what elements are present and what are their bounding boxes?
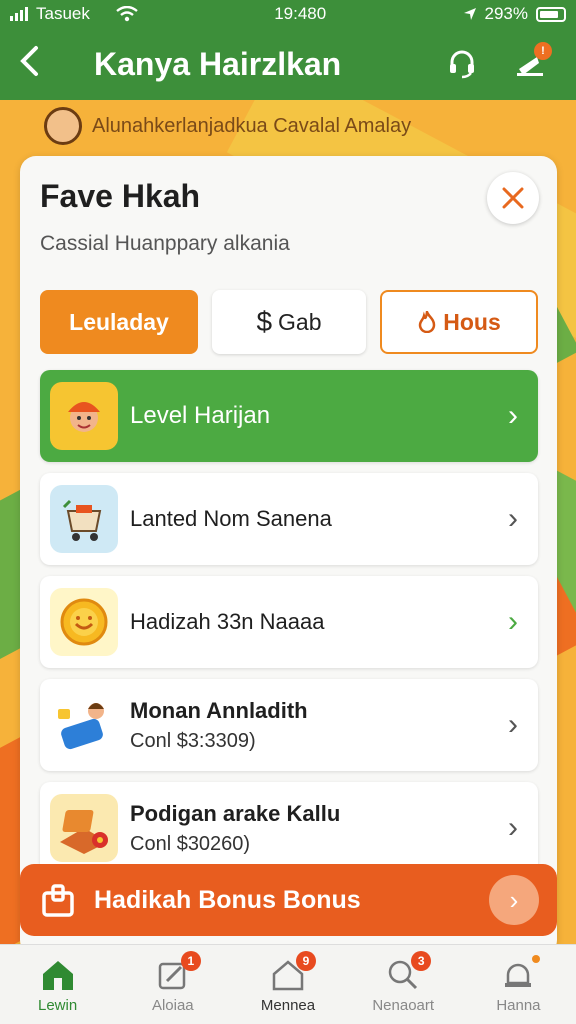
item-name: Level Harijan xyxy=(130,402,271,429)
chip-label: Gab xyxy=(278,308,322,335)
home-icon xyxy=(38,955,78,995)
coin-icon xyxy=(50,588,118,656)
welcome-banner: Alunahkerlanjadkua Cavalal Amalay xyxy=(0,100,576,152)
item-list: Level Harijan › Lanted Nom Sanena › Hadi… xyxy=(40,370,538,885)
tab-mennea[interactable]: 9 Mennea xyxy=(230,945,345,1024)
controller-icon xyxy=(50,691,118,759)
chevron-left-icon xyxy=(20,45,38,76)
chip-hous[interactable]: Hous xyxy=(380,290,538,354)
battery-percent: 293% xyxy=(484,4,528,23)
bell-icon xyxy=(498,955,541,995)
chip-gab[interactable]: $ Gab xyxy=(212,290,366,354)
wifi-icon xyxy=(116,6,138,22)
headset-icon xyxy=(450,50,474,79)
tab-badge: 3 xyxy=(411,951,432,971)
item-price: Conl $30260) xyxy=(130,832,251,855)
search-icon: 3 xyxy=(383,951,432,995)
chip-leuladay[interactable]: Leuladay xyxy=(40,290,198,354)
filter-chips: Leuladay $ Gab Hous xyxy=(40,290,538,354)
card-title: Fave Hkah xyxy=(40,178,201,214)
avatar xyxy=(44,107,82,145)
status-bar: Tasuek 19:480 293% xyxy=(0,0,576,28)
list-item[interactable]: Monan Annladith Conl $3:3309) › xyxy=(40,679,538,771)
page-title: Kanya Hairzlkan xyxy=(94,45,342,82)
item-name: Lanted Nom Sanena xyxy=(130,506,332,531)
tab-label: Nenaoart xyxy=(372,997,435,1014)
notification-dot xyxy=(532,955,541,963)
battery-icon xyxy=(535,6,566,22)
arrow-right-icon: › xyxy=(489,875,539,925)
back-button[interactable] xyxy=(18,45,58,84)
tab-label: Aloiaa xyxy=(151,997,194,1014)
list-item[interactable]: Lanted Nom Sanena › xyxy=(40,473,538,565)
gift-icon xyxy=(38,880,78,920)
chevron-right-icon: › xyxy=(508,399,518,432)
chevron-right-icon: › xyxy=(508,811,518,844)
chip-label: Leuladay xyxy=(69,308,169,335)
bonus-label: Hadikah Bonus Bonus xyxy=(94,885,361,914)
location-icon xyxy=(463,8,476,20)
bonus-button[interactable]: Hadikah Bonus Bonus › xyxy=(20,864,557,936)
notification-badge: ! xyxy=(534,42,552,60)
clock: 19:480 xyxy=(274,4,327,23)
carrier-label: Tasuek xyxy=(36,4,90,23)
tab-nenaoart[interactable]: 3 Nenaoart xyxy=(346,945,461,1024)
tab-label: Lewin xyxy=(38,997,78,1014)
character-icon xyxy=(50,382,118,450)
item-name: Monan Annladith xyxy=(130,697,308,723)
item-price: Conl $3:3309) xyxy=(130,729,256,752)
dollar-icon: $ xyxy=(256,306,273,337)
close-button[interactable] xyxy=(487,172,539,224)
bottom-tab-bar: Lewin 1 Aloiaa 9 Mennea 3 Nenaoart Hanna xyxy=(0,944,576,1024)
list-item[interactable]: Hadizah 33n Naaaa › xyxy=(40,576,538,668)
item-name: Hadizah 33n Naaaa xyxy=(130,609,325,634)
banner-text: Alunahkerlanjadkua Cavalal Amalay xyxy=(92,114,412,137)
card-subtitle: Cassial Huanppary alkania xyxy=(40,232,290,255)
signal-icon xyxy=(10,7,28,21)
list-item[interactable]: Level Harijan › xyxy=(40,370,538,462)
list-item[interactable]: Podigan arake Kallu Conl $30260) › xyxy=(40,782,538,874)
cart-icon xyxy=(50,485,118,553)
edit-icon: 1 xyxy=(153,951,201,995)
tab-label: Hanna xyxy=(496,997,541,1014)
tab-badge: 1 xyxy=(180,951,201,971)
tab-label: Mennea xyxy=(260,997,316,1014)
chevron-right-icon: › xyxy=(508,605,518,638)
chevron-right-icon: › xyxy=(508,502,518,535)
item-name: Podigan arake Kallu xyxy=(130,800,341,826)
chevron-right-icon: › xyxy=(508,708,518,741)
notifications-button[interactable]: ! xyxy=(506,38,558,90)
tab-home[interactable]: Lewin xyxy=(0,945,115,1024)
chip-label: Hous xyxy=(443,308,501,335)
house-icon: 9 xyxy=(268,951,316,995)
support-button[interactable] xyxy=(436,38,488,90)
tab-badge: 9 xyxy=(296,951,316,971)
treasure-icon xyxy=(50,794,118,862)
tab-aloiaa[interactable]: 1 Aloiaa xyxy=(115,945,230,1024)
app-bar: Kanya Hairzlkan ! xyxy=(0,28,576,100)
main-card: Fave Hkah Cassial Huanppary alkania Leul… xyxy=(20,156,557,956)
close-icon xyxy=(502,187,524,209)
tab-hanna[interactable]: Hanna xyxy=(461,945,576,1024)
flame-icon xyxy=(418,311,436,333)
